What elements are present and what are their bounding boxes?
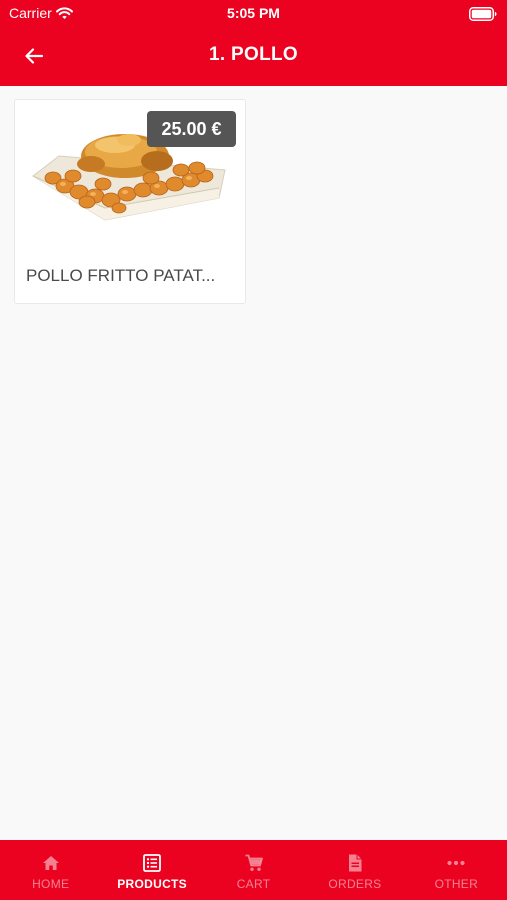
battery-icon [469,7,497,21]
home-icon [41,853,61,873]
tab-cart[interactable]: CART [203,840,304,900]
top-bar: Carrier 5:05 PM 1. POLLO [0,0,507,86]
page-title: 1. POLLO [209,44,298,65]
status-time: 5:05 PM [227,5,280,21]
product-card[interactable]: 25.00 € POLLO FRITTO PATAT... [14,99,246,304]
tab-label: OTHER [434,877,479,891]
more-icon [446,853,466,873]
tab-label: HOME [32,877,70,891]
status-bar: Carrier 5:05 PM [0,0,507,26]
tab-other[interactable]: OTHER [406,840,507,900]
tab-label: PRODUCTS [117,877,187,891]
list-icon [142,853,162,873]
tab-products[interactable]: PRODUCTS [101,840,202,900]
tab-label: ORDERS [328,877,382,891]
tab-home[interactable]: HOME [0,840,101,900]
document-icon [345,853,365,873]
navigation-header: 1. POLLO [0,26,507,86]
tab-label: CART [236,877,271,891]
bottom-tab-bar: HOME PRODUCTS CART ORDERS OTHER [0,840,507,900]
tab-orders[interactable]: ORDERS [304,840,405,900]
cart-icon [244,853,264,873]
price-badge: 25.00 € [147,111,236,147]
product-name: POLLO FRITTO PATAT... [26,266,216,285]
